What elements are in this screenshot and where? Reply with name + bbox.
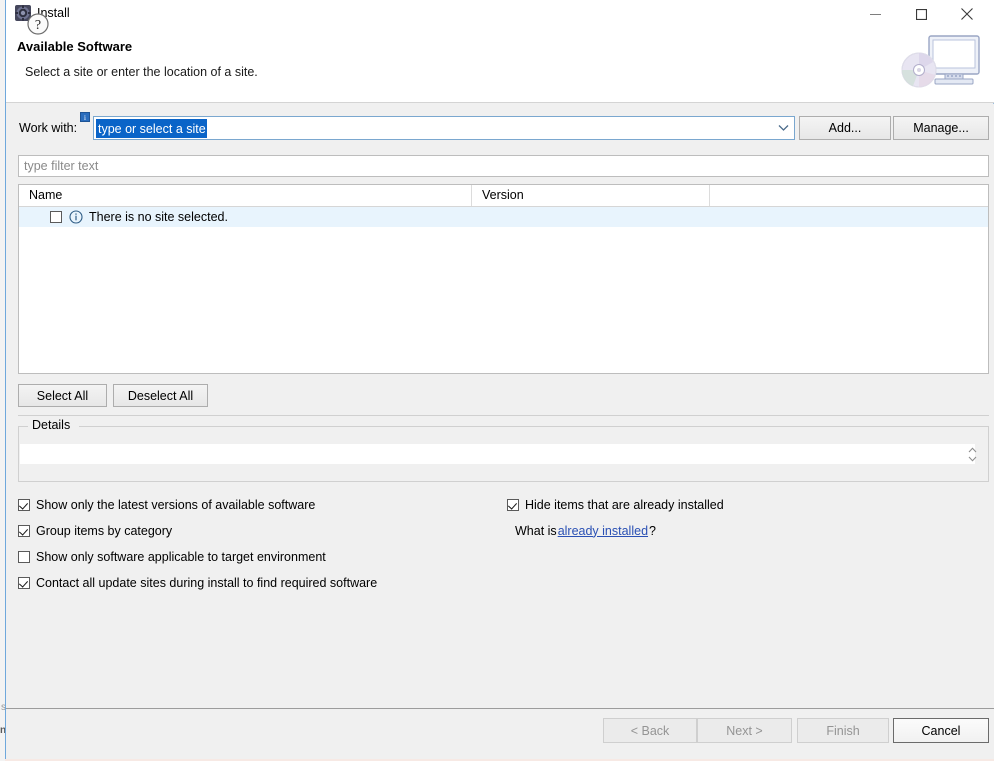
option-label: Show only software applicable to target …: [36, 549, 326, 564]
page-subtitle: Select a site or enter the location of a…: [25, 65, 258, 79]
option-applicable-target-environment[interactable]: Show only software applicable to target …: [18, 548, 326, 565]
checkbox-show-latest-versions[interactable]: [18, 498, 30, 511]
available-software-table: Name Version There is no site selected.: [18, 184, 989, 374]
spinner-down-icon: [968, 456, 976, 462]
install-dialog-window: Install Available Software Select a site…: [5, 0, 994, 761]
table-header-row: Name Version: [19, 185, 988, 207]
next-button[interactable]: Next >: [697, 718, 792, 743]
column-header-blank[interactable]: [710, 185, 988, 206]
checkbox-hide-already-installed[interactable]: [507, 498, 519, 511]
details-scroll-spinner[interactable]: [965, 446, 979, 463]
column-header-version[interactable]: Version: [472, 185, 710, 206]
row-name-label: There is no site selected.: [89, 210, 228, 224]
option-label: Contact all update sites during install …: [36, 575, 378, 590]
checkbox-applicable-target-environment[interactable]: [18, 550, 30, 563]
maximize-button[interactable]: [898, 0, 944, 28]
chevron-down-icon[interactable]: [773, 118, 793, 138]
work-with-input-value[interactable]: type or select a site: [96, 119, 207, 138]
option-label: Group items by category: [36, 523, 173, 538]
back-button[interactable]: < Back: [603, 718, 697, 743]
details-text-area[interactable]: [20, 444, 975, 464]
checkbox-group-by-category[interactable]: [18, 524, 30, 537]
minimize-button[interactable]: [852, 0, 898, 28]
select-all-button[interactable]: Select All: [18, 384, 107, 407]
close-icon: [961, 8, 973, 20]
add-site-button[interactable]: Add...: [799, 116, 891, 140]
row-checkbox[interactable]: [50, 211, 62, 223]
monitor-with-disc-icon: [885, 30, 990, 100]
help-question-icon[interactable]: ?: [26, 12, 50, 36]
option-group-by-category[interactable]: Group items by category: [18, 522, 172, 539]
close-button[interactable]: [944, 0, 990, 28]
finish-button[interactable]: Finish: [797, 718, 889, 743]
title-bar: Install: [6, 0, 994, 28]
what-is-already-installed-text: What is already installed ?: [515, 522, 656, 539]
option-hide-already-installed[interactable]: Hide items that are already installed: [507, 496, 724, 513]
what-is-prefix: What is: [515, 523, 557, 538]
details-group-label: Details: [28, 418, 75, 432]
cancel-button[interactable]: Cancel: [893, 718, 989, 743]
info-circle-icon: [69, 210, 83, 224]
filter-input[interactable]: type filter text: [18, 155, 989, 177]
manage-sites-button[interactable]: Manage...: [893, 116, 989, 140]
column-header-name[interactable]: Name: [19, 185, 472, 206]
svg-text:?: ?: [35, 18, 41, 33]
divider: [18, 415, 989, 416]
option-label: Show only the latest versions of availab…: [36, 497, 316, 512]
info-badge-icon: i: [80, 112, 90, 122]
maximize-icon: [915, 8, 927, 20]
option-contact-update-sites[interactable]: Contact all update sites during install …: [18, 574, 377, 591]
page-title: Available Software: [17, 39, 133, 54]
option-show-latest-versions[interactable]: Show only the latest versions of availab…: [18, 496, 315, 513]
wizard-header: Available Software Select a site or ente…: [6, 28, 994, 103]
what-is-suffix: ?: [649, 523, 656, 538]
spinner-up-icon: [968, 447, 976, 453]
option-label: Hide items that are already installed: [525, 497, 724, 512]
table-row[interactable]: There is no site selected.: [19, 207, 988, 227]
deselect-all-button[interactable]: Deselect All: [113, 384, 208, 407]
minimize-icon: [869, 13, 881, 15]
work-with-label: Work with:: [19, 121, 78, 135]
checkbox-contact-update-sites[interactable]: [18, 576, 30, 589]
work-with-combobox[interactable]: type or select a site: [93, 116, 795, 140]
already-installed-link[interactable]: already installed: [558, 524, 648, 538]
